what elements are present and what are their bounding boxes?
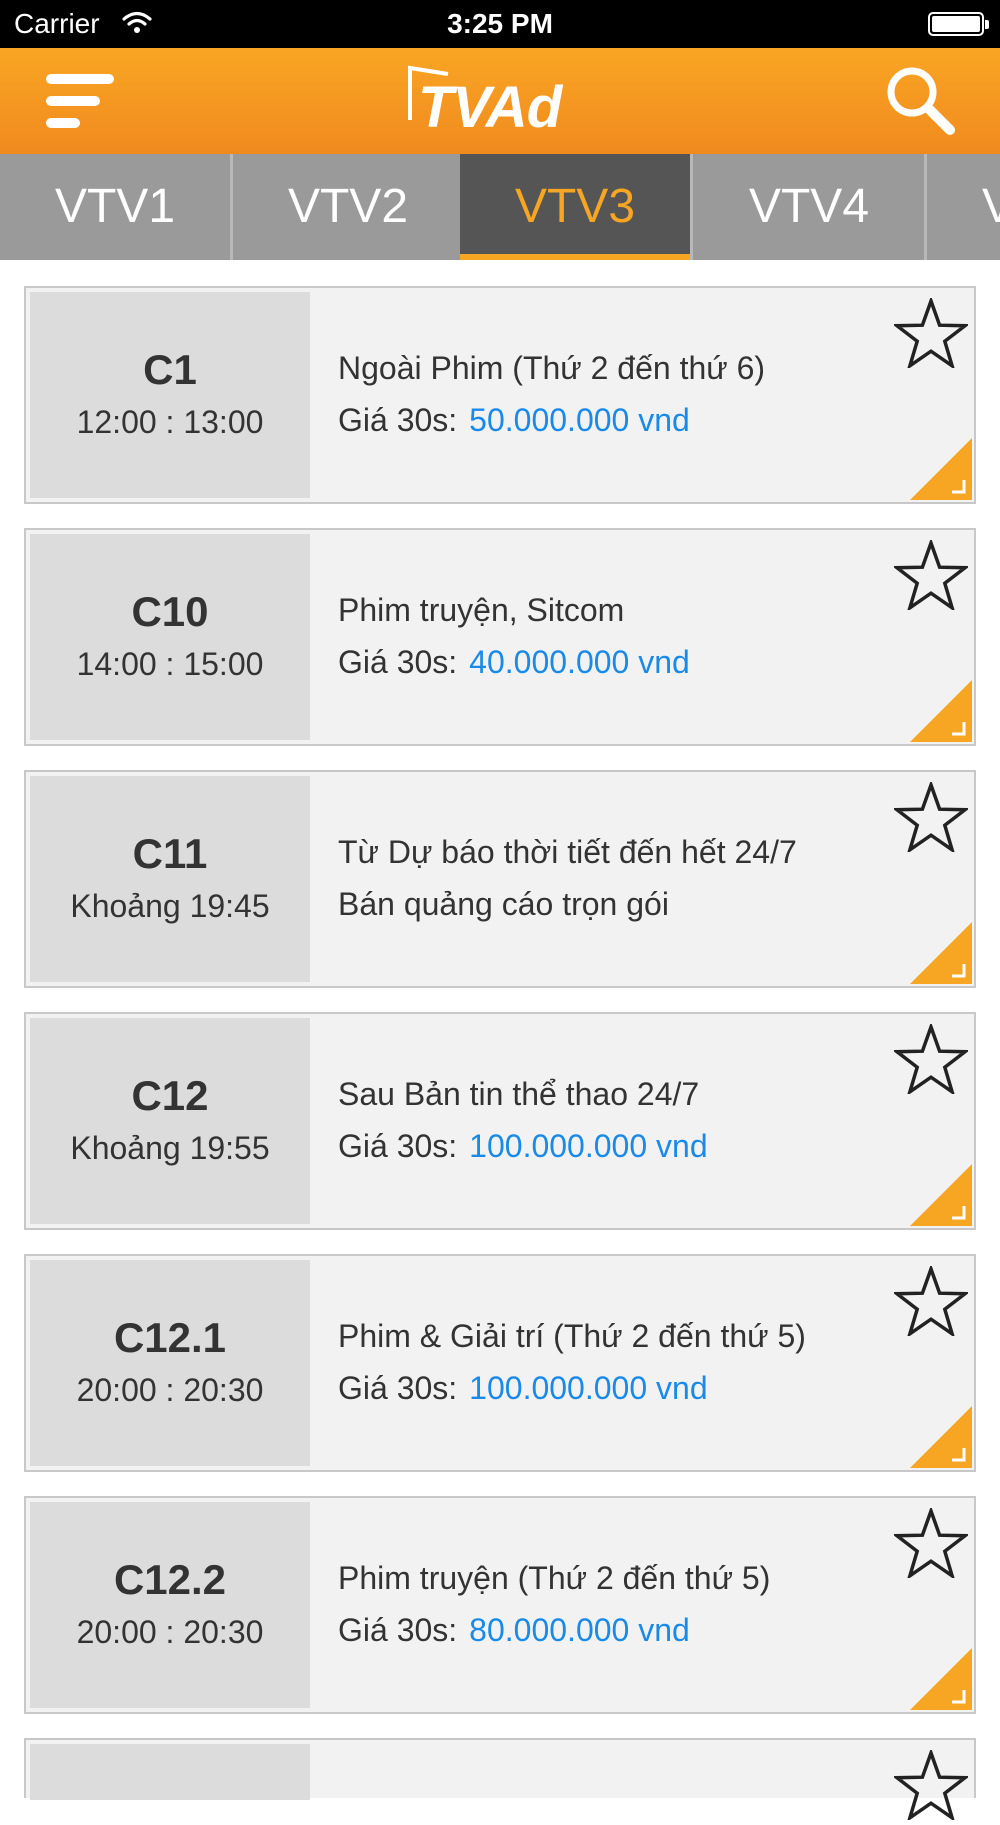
- expand-corner-icon[interactable]: [910, 680, 972, 742]
- slot-time: Khoảng 19:45: [70, 888, 270, 924]
- slot-code: C10: [131, 588, 209, 635]
- slot-title: Phim truyện (Thứ 2 đến thứ 5): [338, 1560, 771, 1596]
- price-line: Giá 30s: 100.000.000 vnd: [338, 1370, 708, 1407]
- tab-vtv4[interactable]: VTV4: [694, 154, 927, 260]
- favorite-star-icon[interactable]: [891, 1263, 971, 1339]
- slot-code: C11: [132, 830, 208, 877]
- favorite-star-icon[interactable]: [891, 1505, 971, 1581]
- tab-vtv3[interactable]: VTV3: [460, 154, 693, 260]
- app-logo: TVAd: [400, 62, 600, 142]
- search-icon[interactable]: [884, 64, 956, 136]
- slot-title: Phim & Giải trí (Thứ 2 đến thứ 5): [338, 1318, 806, 1354]
- price-label: Giá 30s:: [338, 644, 458, 680]
- slot-info-panel: C12 Khoảng 19:55: [30, 1018, 310, 1224]
- slot-time: 12:00 : 13:00: [76, 404, 264, 440]
- price-line: Giá 30s: 50.000.000 vnd: [338, 402, 690, 439]
- slot-note: Bán quảng cáo trọn gói: [338, 886, 669, 922]
- slot-info-panel: [30, 1744, 310, 1800]
- slot-time: 20:00 : 20:30: [76, 1614, 264, 1650]
- logo-text: TVAd: [418, 75, 562, 140]
- slot-title: Sau Bản tin thể thao 24/7: [338, 1076, 700, 1112]
- expand-corner-icon[interactable]: [910, 1406, 972, 1468]
- price-value: 100.000.000 vnd: [469, 1128, 708, 1164]
- slot-info-panel: C1 12:00 : 13:00: [30, 292, 310, 498]
- tab-vtv2[interactable]: VTV2: [233, 154, 466, 260]
- price-line: Giá 30s: 100.000.000 vnd: [338, 1128, 708, 1165]
- slot-time: 20:00 : 20:30: [76, 1372, 264, 1408]
- favorite-star-icon[interactable]: [891, 779, 971, 855]
- favorite-star-icon[interactable]: [891, 1021, 971, 1097]
- status-bar: Carrier 3:25 PM: [0, 0, 1000, 48]
- hamburger-menu-icon[interactable]: [46, 70, 116, 132]
- price-label: Giá 30s:: [338, 1128, 458, 1164]
- ad-slot-card[interactable]: C12 Khoảng 19:55 Sau Bản tin thể thao 24…: [24, 1012, 976, 1230]
- slot-info-panel: C12.2 20:00 : 20:30: [30, 1502, 310, 1708]
- tab-vtv1[interactable]: VTV1: [0, 154, 233, 260]
- slot-code: C12: [131, 1072, 209, 1119]
- slot-title: Từ Dự báo thời tiết đến hết 24/7: [338, 834, 797, 870]
- ad-slot-card[interactable]: C12.2 20:00 : 20:30 Phim truyện (Thứ 2 đ…: [24, 1496, 976, 1714]
- slot-info-panel: C10 14:00 : 15:00: [30, 534, 310, 740]
- expand-corner-icon[interactable]: [910, 438, 972, 500]
- price-label: Giá 30s:: [338, 402, 458, 438]
- slot-time: Khoảng 19:55: [70, 1130, 270, 1166]
- favorite-star-icon[interactable]: [891, 1747, 971, 1823]
- favorite-star-icon[interactable]: [891, 537, 971, 613]
- slot-info-panel: C12.1 20:00 : 20:30: [30, 1260, 310, 1466]
- slot-title: Ngoài Phim (Thứ 2 đến thứ 6): [338, 350, 766, 386]
- price-value: 80.000.000 vnd: [469, 1612, 690, 1648]
- tab-vtv5[interactable]: V: [927, 154, 1000, 260]
- ad-slot-card[interactable]: C12.1 20:00 : 20:30 Phim & Giải trí (Thứ…: [24, 1254, 976, 1472]
- price-value: 40.000.000 vnd: [469, 644, 690, 680]
- price-value: 100.000.000 vnd: [469, 1370, 708, 1406]
- status-time: 3:25 PM: [447, 8, 553, 39]
- expand-corner-icon[interactable]: [910, 1648, 972, 1710]
- price-label: Giá 30s:: [338, 1612, 458, 1648]
- nav-bar: TVAd: [0, 48, 1000, 154]
- ad-slot-card[interactable]: C1 12:00 : 13:00 Ngoài Phim (Thứ 2 đến t…: [24, 286, 976, 504]
- ad-slot-card[interactable]: C10 14:00 : 15:00 Phim truyện, Sitcom Gi…: [24, 528, 976, 746]
- slot-code: C12.1: [113, 1314, 227, 1361]
- slot-time: 14:00 : 15:00: [76, 646, 264, 682]
- slot-code: C1: [143, 346, 197, 393]
- ad-slot-card[interactable]: [24, 1738, 976, 1823]
- price-line: Giá 30s: 80.000.000 vnd: [338, 1612, 690, 1649]
- price-line: Giá 30s: 40.000.000 vnd: [338, 644, 690, 681]
- price-label: Giá 30s:: [338, 1370, 458, 1406]
- price-value: 50.000.000 vnd: [469, 402, 690, 438]
- slot-code: C12.2: [113, 1556, 227, 1603]
- expand-corner-icon[interactable]: [910, 1164, 972, 1226]
- expand-corner-icon[interactable]: [910, 922, 972, 984]
- slot-info-panel: C11 Khoảng 19:45: [30, 776, 310, 982]
- favorite-star-icon[interactable]: [891, 295, 971, 371]
- ad-slot-card[interactable]: C11 Khoảng 19:45 Từ Dự báo thời tiết đến…: [24, 770, 976, 988]
- battery-icon: [928, 12, 989, 36]
- slot-title: Phim truyện, Sitcom: [338, 592, 625, 628]
- channel-tab-bar: VTV1 VTV2 VTV3 VTV4 V: [0, 154, 1000, 260]
